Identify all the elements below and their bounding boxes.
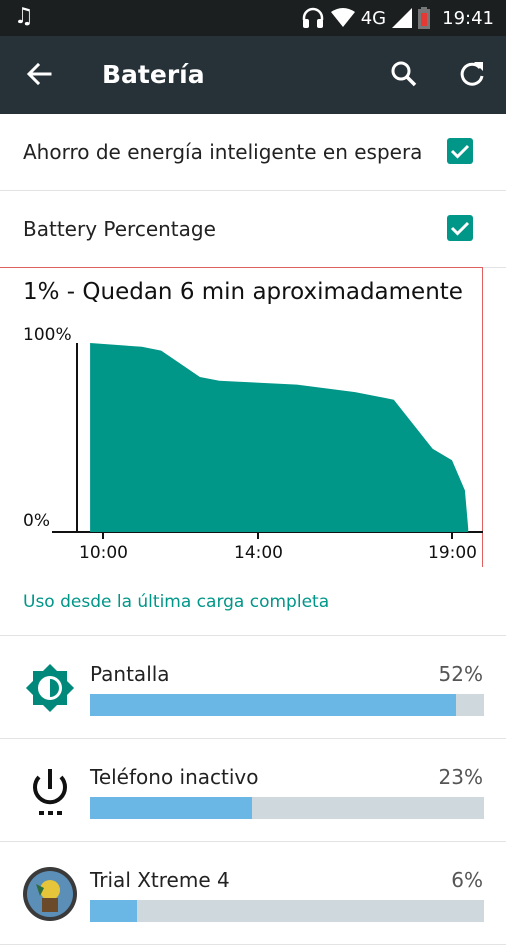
brightness-icon	[25, 663, 75, 713]
usage-item-name: Trial Xtreme 4	[90, 868, 230, 892]
usage-row-telefono-inactivo[interactable]: Teléfono inactivo 23%	[0, 739, 506, 842]
network-type: 4G	[360, 7, 387, 29]
battery-chart	[52, 343, 483, 539]
smart-power-saving-checkbox[interactable]	[447, 138, 473, 164]
checkmark-icon	[450, 144, 470, 159]
battery-percentage-checkbox[interactable]	[447, 215, 473, 241]
usage-bar-track	[90, 900, 484, 922]
usage-item-percent: 23%	[438, 765, 483, 789]
headset-icon	[302, 7, 323, 28]
setting-label: Battery Percentage	[23, 217, 216, 241]
back-arrow-icon[interactable]	[22, 56, 58, 92]
battery-graph: 1% - Quedan 6 min aproximadamente 100% 0…	[0, 267, 506, 567]
usage-bar-fill	[90, 694, 457, 716]
page-title: Batería	[102, 60, 205, 89]
battery-level-area	[90, 343, 469, 532]
wifi-icon	[330, 8, 355, 27]
usage-item-percent: 6%	[451, 868, 483, 892]
signal-icon	[392, 8, 413, 28]
usage-row-pantalla[interactable]: Pantalla 52%	[0, 636, 506, 739]
usage-bar-track	[90, 797, 484, 819]
search-icon[interactable]	[386, 56, 422, 92]
setting-battery-percentage[interactable]: Battery Percentage	[0, 191, 506, 268]
usage-item-name: Pantalla	[90, 662, 170, 686]
usage-since-full-charge-link[interactable]: Uso desde la última carga completa	[23, 590, 329, 614]
status-bar: ♫ 4G 19:41	[0, 0, 506, 36]
usage-bar-fill	[90, 797, 252, 819]
setting-label: Ahorro de energía inteligente en espera	[23, 140, 423, 164]
music-note-icon: ♫	[14, 4, 34, 29]
checkmark-icon	[450, 221, 470, 236]
usage-bar-track	[90, 694, 484, 716]
refresh-icon[interactable]	[454, 56, 490, 92]
power-standby-icon	[33, 769, 67, 815]
setting-smart-power-saving[interactable]: Ahorro de energía inteligente en espera	[0, 114, 506, 191]
status-icons: 4G 19:41	[301, 0, 494, 36]
toolbar: Batería	[0, 36, 506, 114]
usage-bar-fill	[90, 900, 138, 922]
game-app-icon	[23, 867, 77, 921]
clock: 19:41	[442, 7, 494, 29]
usage-row-trial-xtreme-4[interactable]: Trial Xtreme 4 6%	[0, 842, 506, 945]
usage-item-percent: 52%	[438, 662, 483, 686]
usage-item-name: Teléfono inactivo	[90, 765, 259, 789]
battery-low-icon	[418, 7, 431, 29]
